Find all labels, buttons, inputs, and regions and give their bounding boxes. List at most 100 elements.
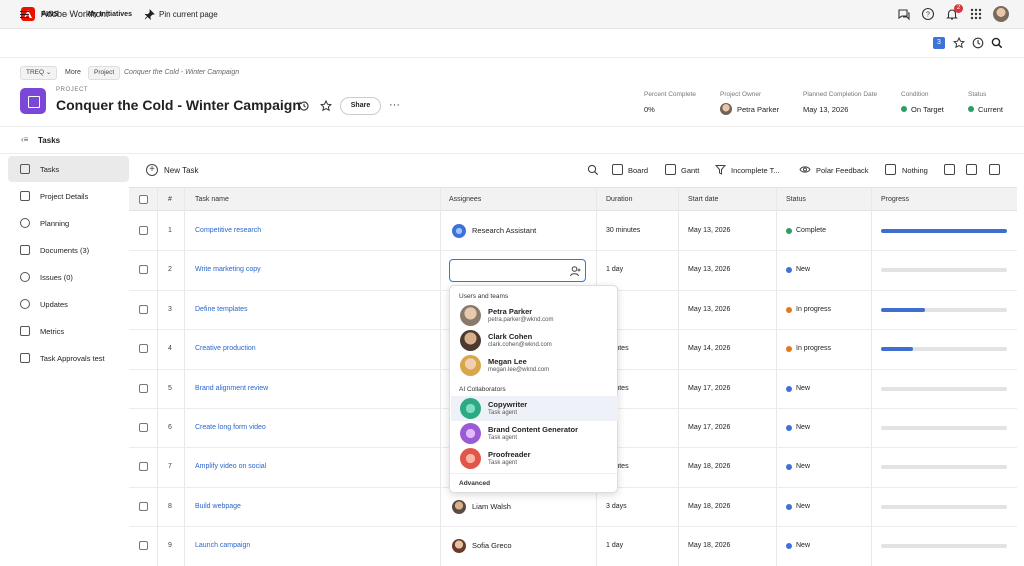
advanced-option[interactable]: Advanced xyxy=(459,480,490,487)
search-icon[interactable] xyxy=(991,37,1003,49)
table-row[interactable]: 1 Competitive research Research Assistant 3… xyxy=(129,212,1017,252)
dropdown-user-megan-lee[interactable]: Megan Lee megan.lee@wknd.com xyxy=(451,353,618,378)
table-row[interactable]: 8 Build webpage Liam Walsh 3 days May 18, 20… xyxy=(129,488,1017,528)
details-panel-icon[interactable] xyxy=(944,164,955,175)
favorite-star-icon[interactable] xyxy=(320,100,332,112)
breadcrumb-more[interactable]: More xyxy=(65,69,81,76)
row-checkbox[interactable] xyxy=(139,304,148,314)
column-header-progress[interactable]: Progress xyxy=(881,196,909,203)
collapse-icon[interactable]: ‹≡ xyxy=(21,135,28,144)
start-date-cell[interactable]: May 14, 2026 xyxy=(688,345,730,352)
board-button[interactable]: Board xyxy=(628,166,648,175)
task-name-link[interactable]: Build webpage xyxy=(195,503,241,510)
user-avatar[interactable] xyxy=(993,6,1009,22)
duration-cell[interactable]: 30 minutes xyxy=(606,227,640,234)
row-checkbox[interactable] xyxy=(139,344,148,354)
row-checkbox[interactable] xyxy=(139,541,148,551)
sidebar-item-metrics[interactable]: Metrics xyxy=(8,318,129,344)
history-icon[interactable] xyxy=(972,37,984,49)
share-button[interactable]: Share xyxy=(340,97,381,115)
row-checkbox[interactable] xyxy=(139,226,148,235)
progress-bar xyxy=(881,544,1007,549)
filter-button[interactable]: Incomplete T... xyxy=(731,166,780,175)
task-name-link[interactable]: Amplify video on social xyxy=(195,463,266,470)
column-header-start-date[interactable]: Start date xyxy=(688,196,718,203)
column-header-status[interactable]: Status xyxy=(786,196,806,203)
sidebar-item-project-details[interactable]: Project Details xyxy=(8,183,129,209)
new-task-button[interactable]: New Task xyxy=(164,166,199,175)
help-icon[interactable]: ? xyxy=(921,7,935,21)
breadcrumb-current[interactable]: Conquer the Cold - Winter Campaign xyxy=(124,69,239,76)
row-checkbox[interactable] xyxy=(139,265,148,275)
select-all-checkbox[interactable] xyxy=(139,195,148,204)
dropdown-ai-proofreader[interactable]: Proofreader Task agent xyxy=(451,446,618,471)
duration-cell[interactable]: 1 day xyxy=(606,542,623,549)
pins-label[interactable]: PINS xyxy=(41,11,59,18)
notification-badge: 2 xyxy=(954,4,963,13)
pins-count-badge[interactable]: 3 xyxy=(933,37,945,49)
task-name-link[interactable]: Creative production xyxy=(195,345,256,352)
start-date-cell[interactable]: May 13, 2026 xyxy=(688,306,730,313)
task-name-link[interactable]: Launch campaign xyxy=(195,542,250,549)
start-date-cell[interactable]: May 17, 2026 xyxy=(688,385,730,392)
start-date-cell[interactable]: May 13, 2026 xyxy=(688,227,730,234)
task-name-link[interactable]: Define templates xyxy=(195,306,248,313)
gantt-icon[interactable] xyxy=(665,164,676,175)
dropdown-user-clark-cohen[interactable]: Clark Cohen clark.cohen@wknd.com xyxy=(451,328,618,353)
condition-dot xyxy=(901,106,907,112)
task-name-link[interactable]: Competitive research xyxy=(195,227,261,234)
apps-grid-icon[interactable] xyxy=(969,7,983,21)
view-button[interactable]: Polar Feedback xyxy=(816,166,869,175)
column-header-assignees[interactable]: Assignees xyxy=(449,196,481,203)
sidebar-item-documents[interactable]: Documents (3) xyxy=(8,237,129,263)
column-header-number[interactable]: # xyxy=(168,196,172,203)
column-header-duration[interactable]: Duration xyxy=(606,196,632,203)
star-icon[interactable] xyxy=(953,37,965,49)
pushpin-icon[interactable] xyxy=(144,9,155,20)
start-date-cell[interactable]: May 17, 2026 xyxy=(688,424,730,431)
start-date-cell[interactable]: May 13, 2026 xyxy=(688,266,730,273)
project-owner-value[interactable]: Petra Parker xyxy=(737,105,779,114)
pin-current-page-button[interactable]: Pin current page xyxy=(159,10,218,19)
search-icon[interactable] xyxy=(587,164,599,176)
filter-icon[interactable] xyxy=(715,164,726,175)
row-checkbox[interactable] xyxy=(139,501,148,511)
table-row[interactable]: 9 Launch campaign Sofia Greco 1 day May 18, … xyxy=(129,527,1017,566)
sidebar-item-task-approvals[interactable]: Task Approvals test xyxy=(8,345,129,371)
history-icon[interactable] xyxy=(298,100,310,112)
start-date-cell[interactable]: May 18, 2026 xyxy=(688,542,730,549)
chat-icon[interactable] xyxy=(897,7,911,21)
group-icon[interactable] xyxy=(885,164,896,175)
assignee-search-input[interactable] xyxy=(449,259,586,282)
task-name-link[interactable]: Write marketing copy xyxy=(195,266,261,273)
breadcrumb-project[interactable]: Project xyxy=(88,66,121,80)
row-checkbox[interactable] xyxy=(139,383,148,393)
add-icon[interactable]: + xyxy=(146,164,158,176)
sidebar-item-tasks[interactable]: Tasks xyxy=(8,156,129,182)
menu-icon[interactable] xyxy=(20,11,29,18)
dropdown-ai-copywriter[interactable]: Copywriter Task agent xyxy=(451,396,618,421)
group-button[interactable]: Nothing xyxy=(902,166,928,175)
row-checkbox[interactable] xyxy=(139,462,148,472)
settings-icon[interactable] xyxy=(966,164,977,175)
sidebar-item-planning[interactable]: Planning xyxy=(8,210,129,236)
dropdown-ai-brand-content-generator[interactable]: Brand Content Generator Task agent xyxy=(451,421,618,446)
eye-icon[interactable] xyxy=(799,165,811,174)
more-options-icon[interactable]: ··· xyxy=(389,99,400,111)
split-view-icon[interactable] xyxy=(989,164,1000,175)
breadcrumb-treq[interactable]: TREQ ⌄ xyxy=(20,66,58,80)
sidebar-item-issues[interactable]: Issues (0) xyxy=(8,264,129,290)
duration-cell[interactable]: 1 day xyxy=(606,266,623,273)
board-icon[interactable] xyxy=(612,164,623,175)
gantt-button[interactable]: Gantt xyxy=(681,166,699,175)
start-date-cell[interactable]: May 18, 2026 xyxy=(688,463,730,470)
duration-cell[interactable]: 3 days xyxy=(606,503,627,510)
start-date-cell[interactable]: May 18, 2026 xyxy=(688,503,730,510)
pin-my-initiatives[interactable]: My Initiatives xyxy=(88,11,132,18)
column-header-task-name[interactable]: Task name xyxy=(195,196,229,203)
dropdown-user-petra-parker[interactable]: Petra Parker petra.parker@wknd.com xyxy=(451,303,618,328)
task-name-link[interactable]: Create long form video xyxy=(195,424,266,431)
task-name-link[interactable]: Brand alignment review xyxy=(195,385,268,392)
row-checkbox[interactable] xyxy=(139,423,148,432)
sidebar-item-updates[interactable]: Updates xyxy=(8,291,129,317)
